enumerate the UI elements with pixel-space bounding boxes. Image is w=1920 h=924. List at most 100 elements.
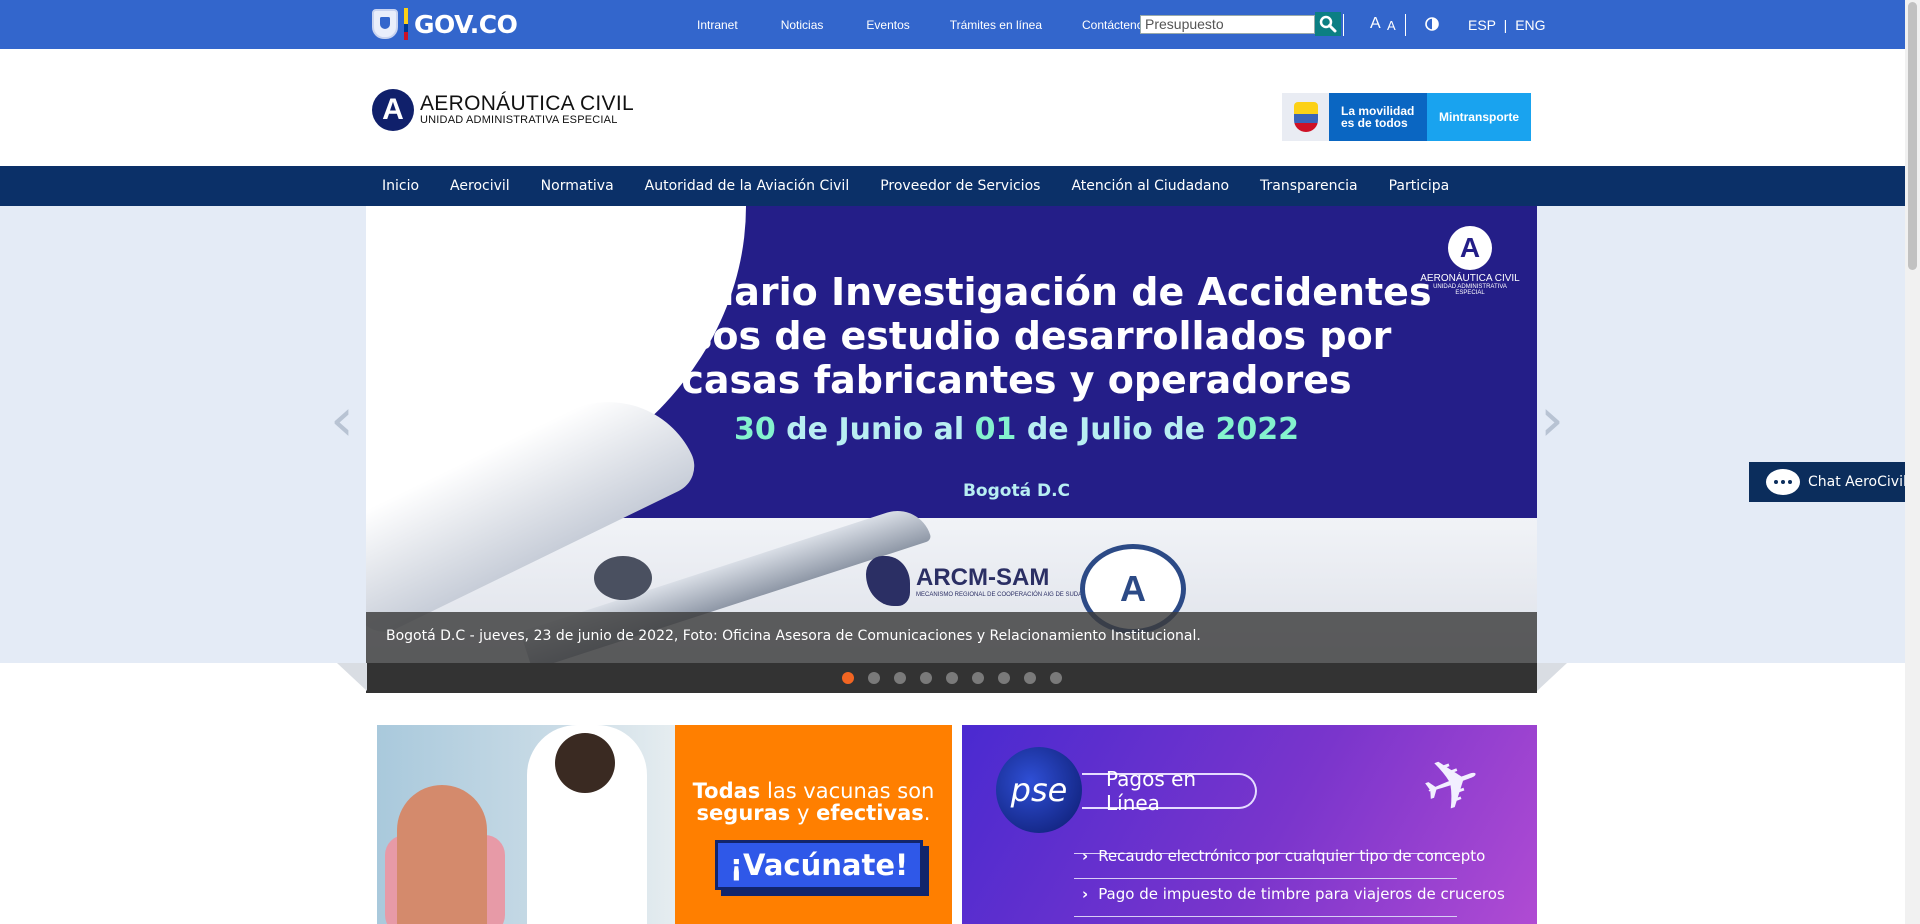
slide-aerocivil-badge: A AERONÁUTICA CIVIL UNIDAD ADMINISTRATIV… [1420,226,1520,296]
slide-title-line-2: casos de estudio desarrollados por [641,314,1392,358]
badge-line-2: UNIDAD ADMINISTRATIVA ESPECIAL [1433,284,1507,296]
nav-item-proveedor[interactable]: Proveedor de Servicios [880,178,1040,194]
nav-item-normativa[interactable]: Normativa [541,178,614,194]
lang-separator: | [1503,17,1508,33]
date-text-2: de Julio de [1016,412,1216,447]
slide-title-line-1: Seminario Investigación de Accidentes [601,270,1432,314]
nav-item-aerocivil[interactable]: Aerocivil [450,178,510,194]
link-tramites[interactable]: Trámites en línea [950,18,1042,32]
brand-subtitle: UNIDAD ADMINISTRATIVA ESPECIAL [420,114,618,126]
slider-dot[interactable] [868,672,880,684]
nav-item-participa[interactable]: Participa [1389,178,1450,194]
chat-bubble-icon [1766,469,1800,495]
nav-item-atencion[interactable]: Atención al Ciudadano [1071,178,1229,194]
mintransporte-banner[interactable]: La movilidad es de todos Mintransporte [1282,93,1531,141]
arcm-title: ARCM-SAM [916,564,1050,591]
mintransporte-tagline: La movilidad es de todos [1329,93,1427,141]
airplane-icon: ✈ [1410,735,1494,833]
gov-co-logo[interactable]: GOV.CO [372,6,518,42]
divider [1343,14,1344,36]
pse-title: Pagos en Línea [1082,767,1257,815]
pse-pagos-banner[interactable]: Pagos en Línea pse ✈ › Recaudo electrónic… [962,725,1537,924]
chat-aerocivil-button[interactable]: Chat AeroCivil [1749,462,1919,502]
slider-corner-left [337,663,367,691]
slider-dot[interactable] [894,672,906,684]
aerocivil-mark-icon: A [372,89,414,131]
divider [1405,14,1406,36]
gov-top-links: Intranet Noticias Eventos Trámites en lí… [697,18,1149,32]
chat-label: Chat AeroCivil [1808,474,1907,490]
slider-dot[interactable] [920,672,932,684]
page: GOV.CO Intranet Noticias Eventos Trámite… [0,0,1920,924]
aerocivil-mark-icon: A [1448,226,1492,270]
page-scrollbar[interactable] [1905,0,1920,924]
slider-prev-arrow-icon[interactable]: ‹ [330,390,354,450]
link-intranet[interactable]: Intranet [697,18,738,32]
search-icon [1319,15,1337,33]
nav-item-transparencia[interactable]: Transparencia [1260,178,1358,194]
main-navigation: Inicio Aerocivil Normativa Autoridad de … [0,166,1905,206]
font-increase-button[interactable]: A [1370,15,1381,33]
brand-text: AERONÁUTICA CIVIL UNIDAD ADMINISTRATIVA … [420,92,634,126]
slider-dot[interactable] [998,672,1010,684]
slider-pagination [366,663,1537,693]
link-noticias[interactable]: Noticias [781,18,824,32]
pse-item-text: Pago de impuesto de timbre para viajeros… [1098,885,1505,903]
tagline-line-2: es de todos [1341,116,1408,130]
vacunate-button[interactable]: ¡Vacúnate! [715,840,923,890]
slide-dates: 30 de Junio al 01 de Julio de 2022 [496,412,1537,447]
slider-dot[interactable] [946,672,958,684]
pse-item-text: Recaudo electrónico por cualquier tipo d… [1098,847,1486,865]
divider [1074,916,1457,917]
divider [1074,878,1457,879]
language-switcher: ESP | ENG [1468,17,1546,33]
arcm-sam-logo: ARCM-SAM MECANISMO REGIONAL DE COOPERACI… [866,556,1105,606]
photo-shape [555,733,615,793]
date-day-end: 01 [974,412,1017,447]
brand-name: AERONÁUTICA CIVIL [420,92,634,115]
date-day-start: 30 [733,412,776,447]
south-america-map-icon [866,556,910,606]
arcm-subtitle: MECANISMO REGIONAL DE COOPERACIÓN AIG DE… [916,592,1106,598]
scrollbar-thumb[interactable] [1908,2,1917,270]
vacuna-text-1: las vacunas son [760,779,935,803]
vacuna-banner[interactable]: Todas las vacunas son seguras y efectiva… [377,725,952,924]
slider-dot[interactable] [842,672,854,684]
slider-next-arrow-icon[interactable]: › [1540,390,1564,450]
pse-item[interactable]: › Pago de impuesto de timbre para viajero… [1082,885,1505,903]
gov-co-logo-text: GOV.CO [414,9,518,39]
mintransporte-label: Mintransporte [1427,93,1531,141]
aerocivil-logo[interactable]: A AERONÁUTICA CIVIL UNIDAD ADMINISTRATIV… [372,89,634,131]
nav-item-inicio[interactable]: Inicio [382,178,419,194]
slider-corner-right [1537,663,1567,691]
date-text-1: de Junio al [775,412,975,447]
link-eventos[interactable]: Eventos [866,18,909,32]
photo-shape [397,785,487,924]
slide-city: Bogotá D.C [962,481,1071,501]
vacuna-text-2: y [790,801,817,825]
contrast-icon[interactable] [1425,17,1439,31]
colombia-shield-icon [1282,93,1329,141]
slider-dot[interactable] [1024,672,1036,684]
vacuna-message: Todas las vacunas son seguras y efectiva… [675,780,952,824]
lang-en-link[interactable]: ENG [1515,17,1545,33]
vacuna-text-3: . [923,801,931,825]
date-year: 2022 [1215,412,1300,447]
colombia-seal-icon [372,9,398,39]
slider-caption-text: Bogotá D.C - jueves, 23 de junio de 2022… [386,628,1201,644]
chevron-right-icon: › [1082,847,1089,865]
search-button[interactable] [1315,12,1341,36]
airplane-engine [594,556,652,600]
pse-item[interactable]: › Recaudo electrónico por cualquier tipo … [1082,847,1485,865]
slider-caption: Bogotá D.C - jueves, 23 de junio de 2022… [366,612,1537,663]
vacuna-word-3: efectivas [816,801,924,825]
lang-es-link[interactable]: ESP [1468,17,1496,33]
search-input[interactable]: Presupuesto [1140,15,1315,34]
slider-dot[interactable] [972,672,984,684]
nav-item-autoridad[interactable]: Autoridad de la Aviación Civil [645,178,850,194]
slide-title-line-3: casas fabricantes y operadores [681,358,1352,402]
slider-dot[interactable] [1050,672,1062,684]
vacuna-word-2: seguras [696,801,791,825]
vacuna-word-1: Todas [692,779,761,803]
font-decrease-button[interactable]: A [1387,18,1396,33]
